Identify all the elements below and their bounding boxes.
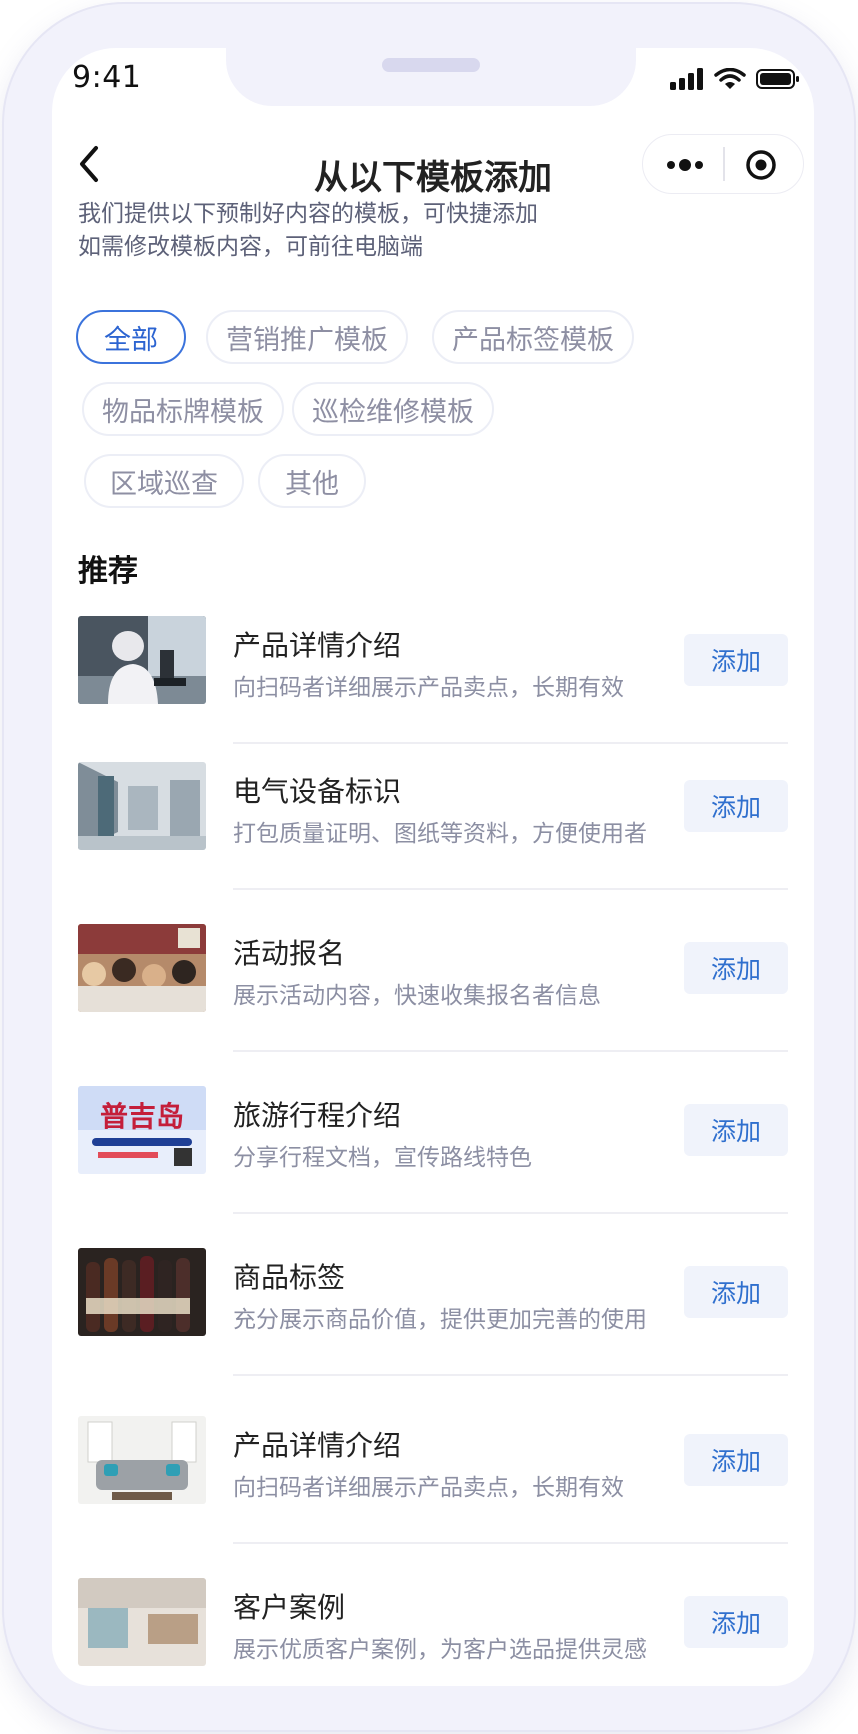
item-desc: 向扫码者详细展示产品卖点，长期有效: [233, 1475, 624, 1501]
thumbnail-image: [78, 762, 206, 850]
tag-product-label[interactable]: 产品标签模板: [432, 310, 634, 364]
item-title: 产品详情介绍: [233, 1429, 402, 1462]
divider: [233, 1374, 788, 1376]
add-button[interactable]: 添加: [684, 1104, 788, 1156]
thumbnail-image: [78, 1416, 206, 1504]
tag-other[interactable]: 其他: [258, 454, 366, 508]
tag-marketing[interactable]: 营销推广模板: [206, 310, 408, 364]
template-item: 商品标签 充分展示商品价值，提供更加完善的使用 添加: [78, 1230, 788, 1376]
item-desc: 向扫码者详细展示产品卖点，长期有效: [233, 675, 624, 701]
item-desc: 展示活动内容，快速收集报名者信息: [233, 983, 601, 1009]
mini-program-capsule: [642, 134, 804, 194]
device-notch: [226, 48, 636, 106]
divider: [233, 888, 788, 890]
item-title: 活动报名: [233, 937, 346, 970]
add-button[interactable]: 添加: [684, 1596, 788, 1648]
template-item: 客户案例 展示优质客户案例，为客户选品提供灵感 添加: [78, 1560, 788, 1686]
intro-text: 我们提供以下预制好内容的模板，可快捷添加 如需修改模板内容，可前往电脑端: [78, 198, 538, 264]
more-icon[interactable]: [665, 153, 705, 177]
section-title: 推荐: [78, 554, 138, 589]
template-item: 普吉岛 旅游行程介绍 分享行程文档，宣传路线特色 添加: [78, 1068, 788, 1214]
app-screen: 9:41 从以下模板添加 我们提供以下预制好内容的模板，可快捷添加 如需修改模板…: [52, 48, 814, 1686]
add-button[interactable]: 添加: [684, 780, 788, 832]
item-desc: 打包质量证明、图纸等资料，方便使用者: [233, 821, 647, 847]
wifi-icon: [714, 68, 746, 89]
thumbnail-image: [78, 924, 206, 1012]
item-title: 客户案例: [233, 1591, 346, 1624]
thumbnail-image: [78, 1578, 206, 1666]
status-time: 9:41: [72, 60, 142, 95]
item-desc: 充分展示商品价值，提供更加完善的使用: [233, 1307, 647, 1333]
template-item: 活动报名 展示活动内容，快速收集报名者信息 添加: [78, 906, 788, 1052]
status-icons: [670, 68, 800, 90]
item-desc: 分享行程文档，宣传路线特色: [233, 1145, 532, 1171]
thumbnail-image: [78, 1248, 206, 1336]
add-button[interactable]: 添加: [684, 1434, 788, 1486]
item-desc: 展示优质客户案例，为客户选品提供灵感: [233, 1637, 647, 1663]
tag-item-sign[interactable]: 物品标牌模板: [82, 382, 284, 436]
item-title: 旅游行程介绍: [233, 1099, 402, 1132]
tag-inspection[interactable]: 巡检维修模板: [292, 382, 494, 436]
item-title: 产品详情介绍: [233, 629, 402, 662]
add-button[interactable]: 添加: [684, 1266, 788, 1318]
intro-line-1: 我们提供以下预制好内容的模板，可快捷添加: [78, 201, 538, 227]
item-title: 电气设备标识: [233, 775, 402, 808]
thumbnail-image: [78, 616, 206, 704]
divider: [233, 1050, 788, 1052]
add-button[interactable]: 添加: [684, 942, 788, 994]
phone-frame: 9:41 从以下模板添加 我们提供以下预制好内容的模板，可快捷添加 如需修改模板…: [4, 4, 854, 1730]
item-title: 商品标签: [233, 1261, 346, 1294]
thumbnail-image: 普吉岛: [78, 1086, 206, 1174]
tag-area-patrol[interactable]: 区域巡查: [84, 454, 244, 508]
divider: [233, 1212, 788, 1214]
svg-text:普吉岛: 普吉岛: [100, 1100, 184, 1133]
template-item: 产品详情介绍 向扫码者详细展示产品卖点，长期有效 添加: [78, 1398, 788, 1544]
divider: [233, 1542, 788, 1544]
template-item: 电气设备标识 打包质量证明、图纸等资料，方便使用者 添加: [78, 744, 788, 890]
signal-icon: [670, 68, 703, 90]
template-item: 产品详情介绍 向扫码者详细展示产品卖点，长期有效 添加: [78, 598, 788, 744]
add-button[interactable]: 添加: [684, 634, 788, 686]
tag-all[interactable]: 全部: [76, 310, 186, 364]
intro-line-2: 如需修改模板内容，可前往电脑端: [78, 234, 423, 260]
battery-icon: [756, 69, 799, 89]
close-target-icon[interactable]: [745, 149, 777, 181]
